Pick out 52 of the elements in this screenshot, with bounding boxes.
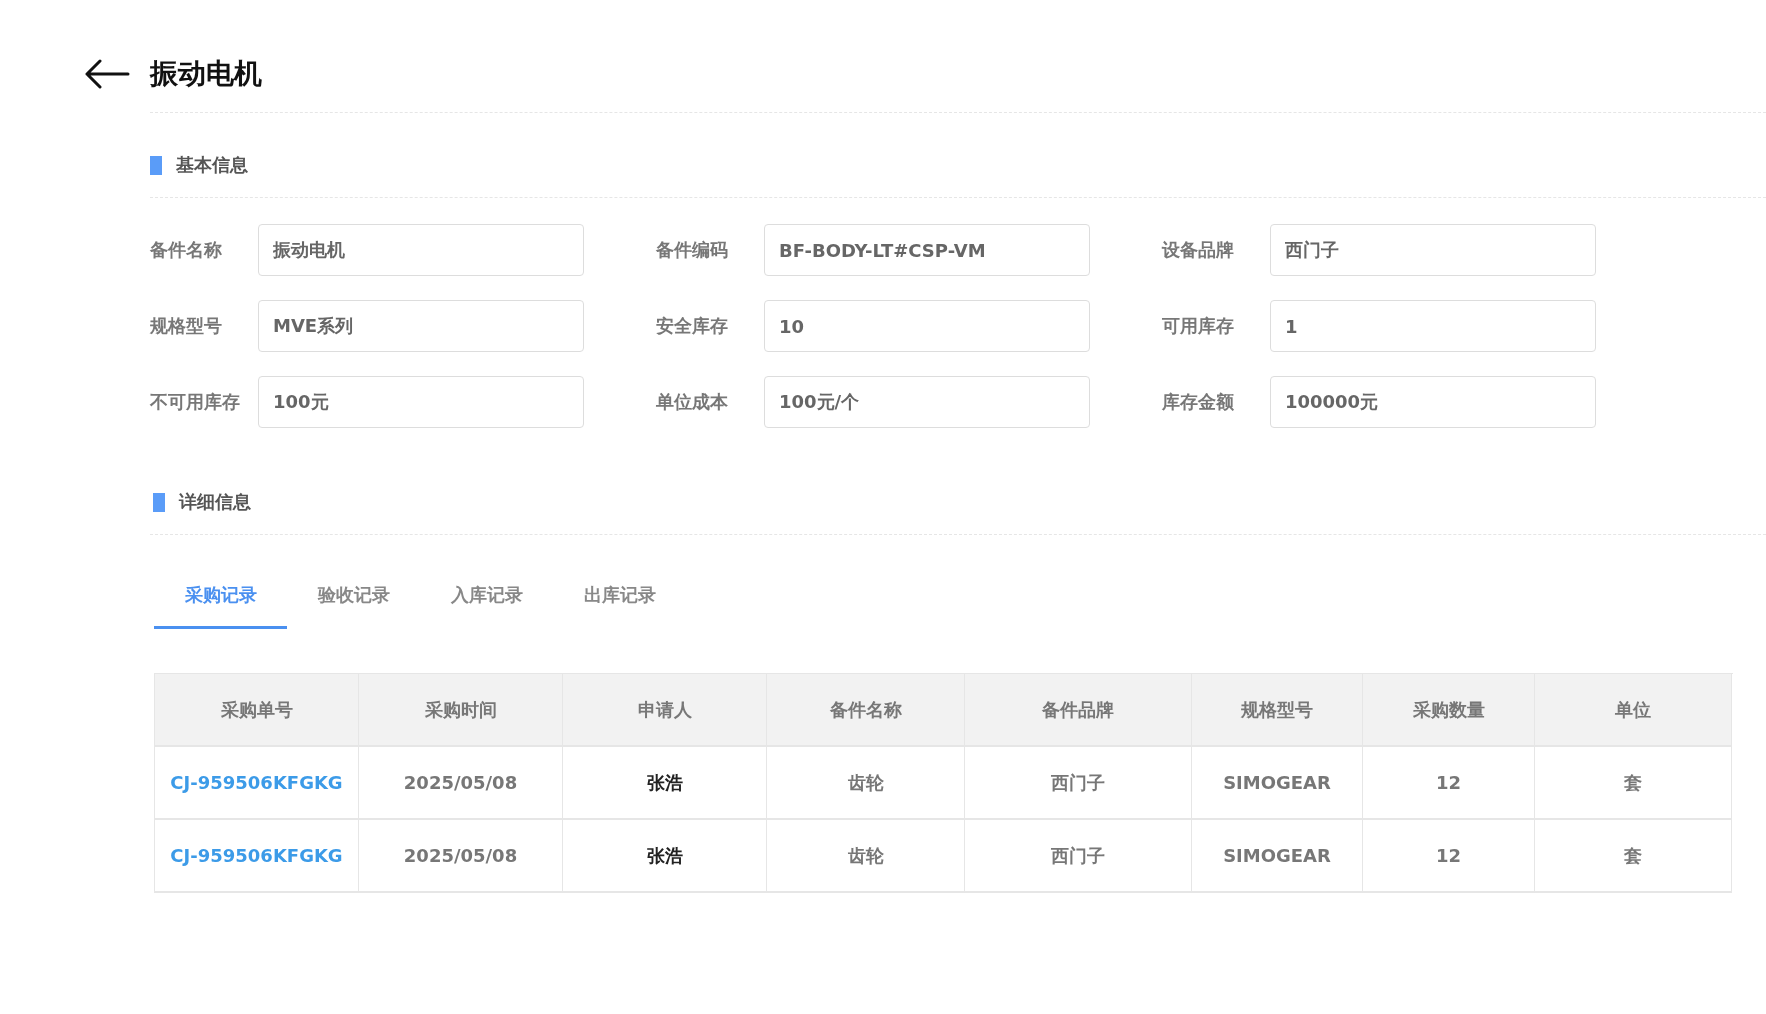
table-cell: SIMOGEAR: [1223, 772, 1331, 793]
tab[interactable]: 入库记录: [420, 563, 553, 629]
column-header: 采购单号: [155, 674, 359, 747]
input-field[interactable]: 1: [1270, 300, 1596, 352]
input-field[interactable]: 100元/个: [764, 376, 1090, 428]
table-cell: 套: [1624, 770, 1642, 795]
order-link[interactable]: CJ-959506KFGKG: [170, 845, 343, 866]
table-cell: 西门子: [1051, 843, 1105, 868]
table-cell: 张浩: [646, 770, 683, 795]
table-cell: 套: [1624, 843, 1642, 868]
input-field[interactable]: 西门子: [1270, 224, 1596, 276]
field-label: 设备品牌: [1162, 238, 1235, 262]
back-arrow-icon[interactable]: [84, 59, 130, 89]
input-field[interactable]: MVE系列: [258, 300, 584, 352]
table-cell: 西门子: [1051, 770, 1105, 795]
tab[interactable]: 出库记录: [553, 563, 686, 629]
column-header: 备件品牌: [965, 674, 1192, 747]
field-label: 不可用库存: [150, 390, 241, 414]
field-label: 备件名称: [150, 238, 223, 262]
table-cell: 2025/05/08: [403, 845, 518, 866]
field-label: 可用库存: [1162, 314, 1235, 338]
input-field[interactable]: 10: [764, 300, 1090, 352]
table-cell: 2025/05/08: [403, 772, 518, 793]
table-cell: 齿轮: [847, 843, 884, 868]
input-field[interactable]: BF-BODY-LT#CSP-VM: [764, 224, 1090, 276]
order-link[interactable]: CJ-959506KFGKG: [170, 772, 343, 793]
column-header: 采购时间: [359, 674, 563, 747]
field-label: 单位成本: [656, 390, 729, 414]
table-cell: SIMOGEAR: [1223, 845, 1331, 866]
column-header: 备件名称: [767, 674, 965, 747]
table-cell: 12: [1435, 772, 1462, 793]
section-marker: [153, 492, 165, 512]
section-title: 基本信息: [176, 153, 248, 177]
page-title: 振动电机: [150, 56, 262, 92]
field-label: 规格型号: [150, 314, 223, 338]
column-header: 采购数量: [1363, 674, 1535, 747]
column-header: 单位: [1535, 674, 1732, 747]
section-title: 详细信息: [179, 490, 251, 514]
input-field[interactable]: 100000元: [1270, 376, 1596, 428]
table-cell: 齿轮: [847, 770, 884, 795]
tab[interactable]: 采购记录: [154, 563, 287, 629]
tab[interactable]: 验收记录: [287, 563, 420, 629]
input-field[interactable]: 100元: [258, 376, 584, 428]
field-label: 库存金额: [1162, 390, 1235, 414]
column-header: 规格型号: [1192, 674, 1363, 747]
section-marker: [150, 155, 162, 175]
table-cell: 张浩: [646, 843, 683, 868]
input-field[interactable]: 振动电机: [258, 224, 584, 276]
column-header: 申请人: [563, 674, 767, 747]
field-label: 安全库存: [656, 314, 729, 338]
field-label: 备件编码: [656, 238, 729, 262]
table-cell: 12: [1435, 845, 1462, 866]
